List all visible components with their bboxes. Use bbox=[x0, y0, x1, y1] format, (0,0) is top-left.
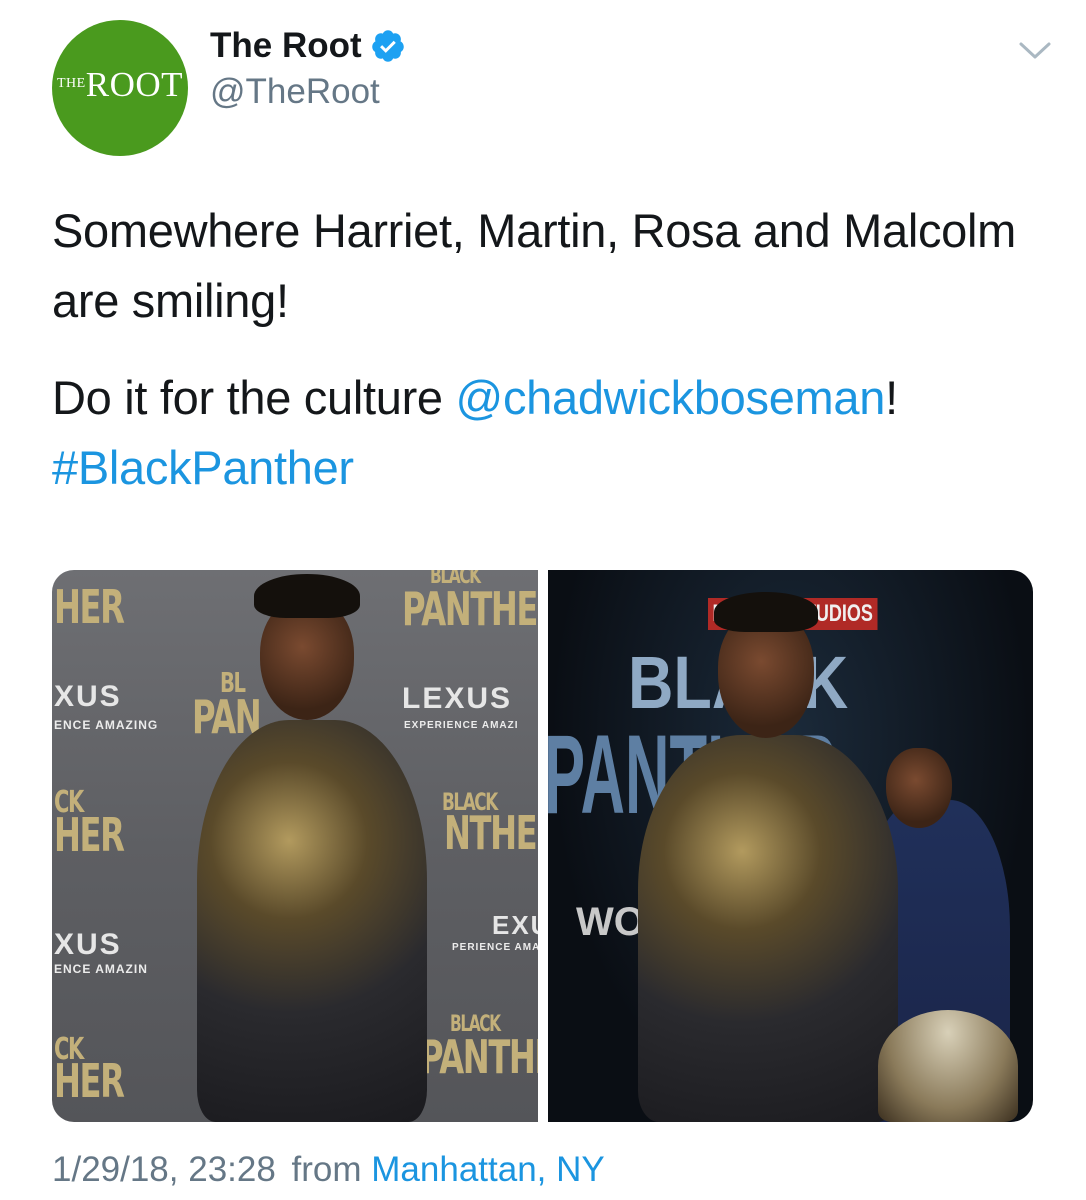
verified-badge-icon bbox=[371, 30, 404, 62]
backdrop-text: WO bbox=[576, 900, 645, 944]
backdrop-text: PANTHER bbox=[420, 1030, 538, 1084]
background-person-head bbox=[886, 748, 952, 828]
tweet-paragraph-1: Somewhere Harriet, Martin, Rosa and Malc… bbox=[52, 204, 1017, 327]
person-hair bbox=[254, 574, 360, 618]
tweet-text-span: ! bbox=[885, 371, 898, 424]
tweet-text: Somewhere Harriet, Martin, Rosa and Malc… bbox=[52, 196, 1042, 503]
tweet-paragraph-2: Do it for the culture @chadwickboseman! … bbox=[52, 363, 1042, 503]
media-grid: HER BLACK PANTHER XUS ENCE AMAZING LEXUS… bbox=[52, 570, 1033, 1122]
tweet-photo-1[interactable]: HER BLACK PANTHER XUS ENCE AMAZING LEXUS… bbox=[52, 570, 538, 1122]
backdrop-text: PANTHER bbox=[402, 582, 538, 636]
backdrop-text: HER bbox=[54, 1054, 125, 1108]
backdrop-text: ENCE AMAZIN bbox=[54, 962, 148, 976]
person-figure bbox=[197, 720, 427, 1122]
backdrop-text: HER bbox=[54, 580, 125, 634]
drum bbox=[878, 1010, 1018, 1122]
chevron-down-icon[interactable] bbox=[1018, 40, 1052, 62]
backdrop-text: PERIENCE AMAZ bbox=[452, 942, 538, 953]
backdrop-text: LEXUS bbox=[402, 682, 513, 715]
display-name[interactable]: The Root bbox=[210, 26, 362, 66]
backdrop-text: EXPERIENCE AMAZI bbox=[404, 720, 519, 731]
backdrop-text: ENCE AMAZING bbox=[54, 718, 159, 732]
avatar-logo: THEROOT bbox=[57, 65, 183, 104]
from-label: from bbox=[291, 1150, 362, 1189]
person-figure bbox=[638, 735, 898, 1122]
tweet-timestamp: 1/29/18, 23:28 from Manhattan, NY bbox=[52, 1150, 605, 1190]
avatar[interactable]: THEROOT bbox=[52, 20, 188, 156]
location-link[interactable]: Manhattan, NY bbox=[371, 1150, 604, 1189]
handle[interactable]: @TheRoot bbox=[210, 72, 380, 112]
person-hair bbox=[714, 592, 818, 632]
tweet-photo-2[interactable]: MARVEL STUDIOS BLACK PANTHER WO bbox=[548, 570, 1033, 1122]
mention-link[interactable]: @chadwickboseman bbox=[456, 371, 886, 424]
backdrop-text: XUS bbox=[54, 928, 122, 961]
hashtag-link[interactable]: #BlackPanther bbox=[52, 441, 354, 494]
backdrop-text: NTHER bbox=[444, 806, 538, 860]
backdrop-text: EXU bbox=[492, 910, 538, 940]
tweet-header: THEROOT The Root @TheRoot bbox=[52, 20, 1052, 156]
tweet-text-span: Do it for the culture bbox=[52, 371, 456, 424]
timestamp-text[interactable]: 1/29/18, 23:28 bbox=[52, 1150, 276, 1189]
backdrop-text: XUS bbox=[54, 680, 122, 713]
name-row: The Root bbox=[210, 24, 406, 68]
backdrop-text: HER bbox=[54, 808, 125, 862]
